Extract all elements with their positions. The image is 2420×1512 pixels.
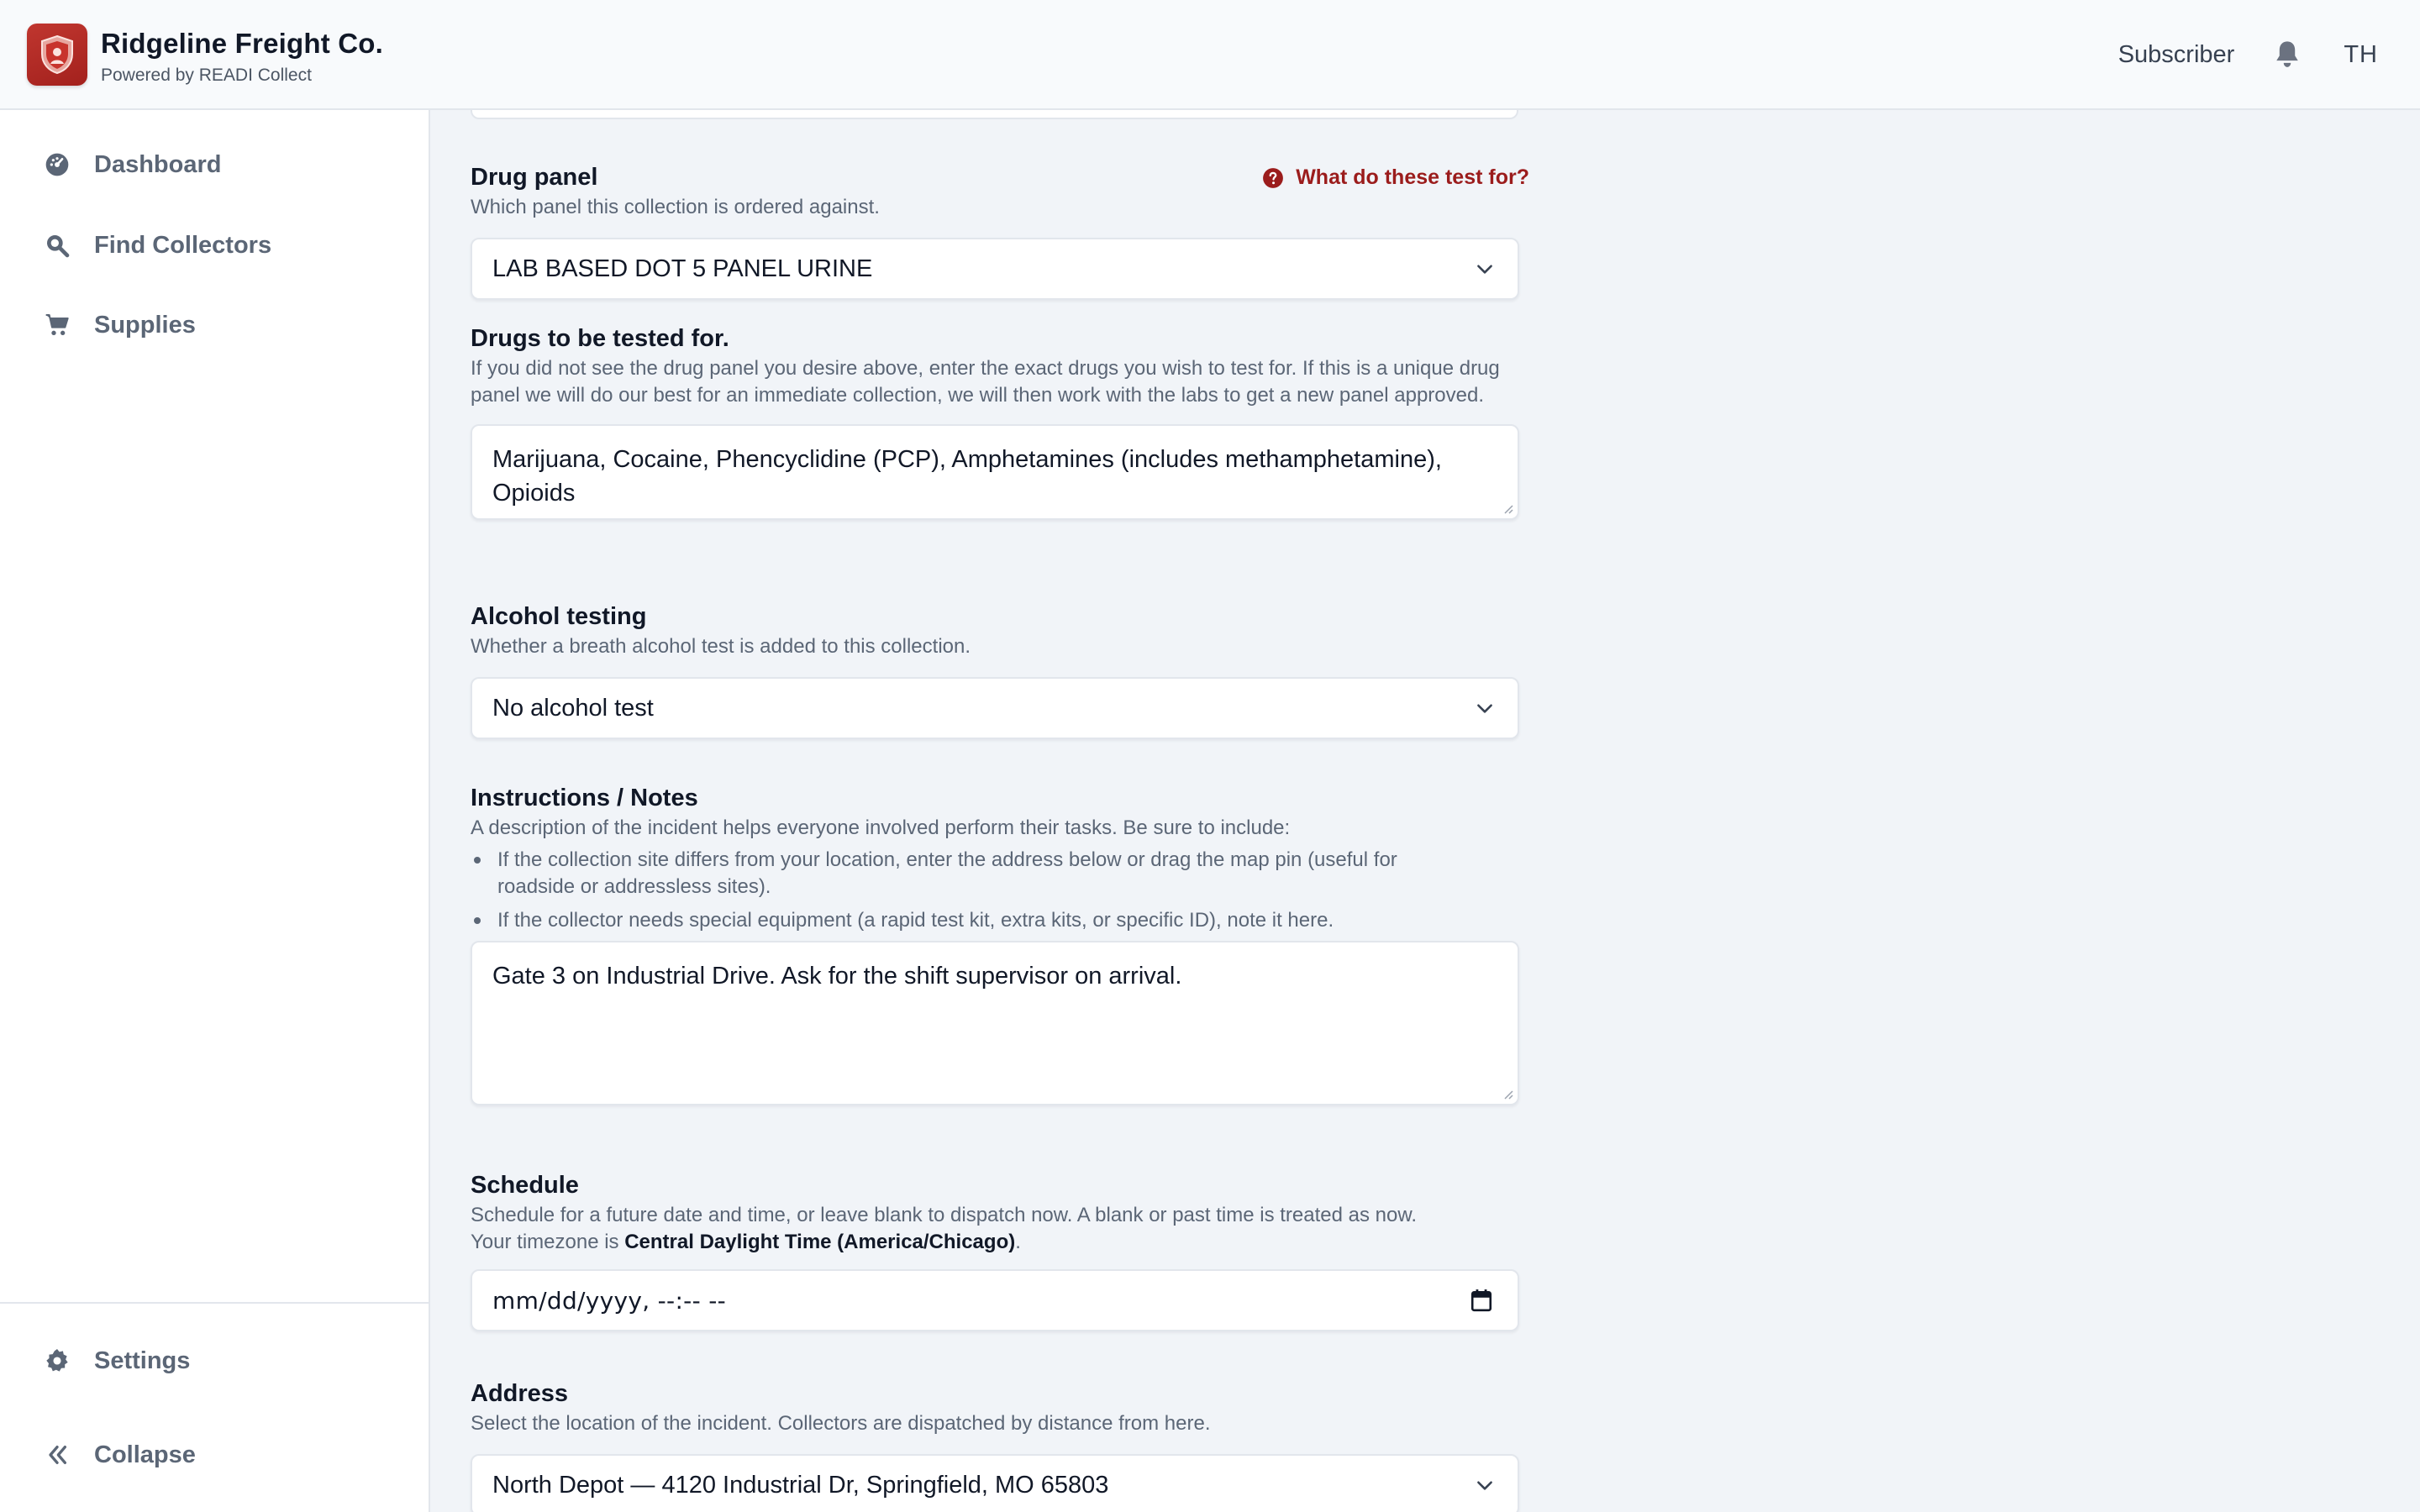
drugs-tested-label: Drugs to be tested for. [471,325,729,352]
brand-block: Ridgeline Freight Co. Powered by READI C… [101,25,383,87]
main-form: Drug panel What do these test for? Which… [430,110,2420,1512]
drug-panel-select[interactable]: LAB BASED DOT 5 PANEL URINE [471,238,1519,300]
resize-handle-icon[interactable] [1501,501,1514,515]
dashboard-icon [40,148,74,181]
schedule-datetime-input[interactable]: mm/dd/yyyy, --:-- -- [471,1269,1519,1331]
schedule-hint: Schedule for a future date and time, or … [471,1204,1418,1226]
timezone-suffix: . [1015,1231,1021,1253]
notes-value: Gate 3 on Industrial Drive. Ask for the … [492,963,1182,990]
question-icon [1263,167,1284,188]
sidebar-item-label: Find Collectors [94,231,272,259]
alcohol-testing-select[interactable]: No alcohol test [471,677,1519,739]
schedule-field: Schedule Schedule for a future date and … [471,1168,1529,1331]
chevron-down-icon [1477,265,1492,274]
list-item: If the collector needs special equipment… [471,907,1479,934]
sidebar-collapse-button[interactable]: Collapse [40,1430,196,1480]
drug-panel-help-link[interactable]: What do these test for? [1262,165,1529,190]
help-link-label: What do these test for? [1296,165,1529,189]
drug-panel-field: Drug panel What do these test for? Which… [471,160,1529,300]
address-select[interactable]: North Depot — 4120 Industrial Dr, Spring… [471,1454,1519,1512]
bell-icon[interactable] [2266,34,2308,76]
role-label[interactable]: Subscriber [2118,34,2235,76]
schedule-placeholder: mm/dd/yyyy, --:-- -- [492,1286,727,1315]
list-item: If the collection site differs from your… [471,847,1479,900]
chevron-down-icon [1477,704,1492,713]
top-header: Ridgeline Freight Co. Powered by READI C… [0,0,2420,110]
resize-handle-icon[interactable] [1501,1087,1514,1100]
sidebar-item-supplies[interactable]: Supplies [40,300,196,350]
alcohol-testing-label: Alcohol testing [471,603,647,630]
drug-panel-value: LAB BASED DOT 5 PANEL URINE [492,255,873,282]
sidebar: Dashboard Find Collectors Supplies Setti… [0,110,430,1512]
alcohol-testing-value: No alcohol test [492,694,654,722]
timezone-prefix: Your timezone is [471,1231,625,1253]
notes-field: Instructions / Notes A description of th… [471,781,1529,1105]
app-subtitle: Powered by READI Collect [101,66,312,85]
address-field: Address Select the location of the incid… [471,1377,1529,1512]
header-actions: Subscriber TH [2118,34,2378,76]
calendar-icon[interactable] [1470,1289,1492,1312]
notes-bullet-list: If the collection site differs from your… [471,847,1479,934]
double-chevron-left-icon [40,1438,74,1472]
timezone-value: Central Daylight Time (America/Chicago) [624,1231,1016,1253]
sidebar-divider [0,1302,429,1304]
alcohol-testing-hint: Whether a breath alcohol test is added t… [471,635,971,658]
sidebar-item-label: Supplies [94,311,196,339]
drug-panel-hint: Which panel this collection is ordered a… [471,196,880,218]
search-icon [40,228,74,262]
sidebar-item-label: Dashboard [94,150,222,178]
user-avatar[interactable]: TH [2344,34,2378,76]
schedule-label: Schedule [471,1172,579,1199]
cart-icon [40,308,74,342]
drugs-tested-value: Marijuana, Cocaine, Phencyclidine (PCP),… [492,446,1442,507]
notes-hint: A description of the incident helps ever… [471,816,1291,839]
shield-logo-icon [41,34,73,75]
notes-textarea[interactable]: Gate 3 on Industrial Drive. Ask for the … [471,941,1519,1105]
address-value: North Depot — 4120 Industrial Dr, Spring… [492,1471,1109,1499]
gear-icon [40,1344,74,1378]
alcohol-testing-field: Alcohol testing Whether a breath alcohol… [471,600,1529,739]
sidebar-item-find-collectors[interactable]: Find Collectors [40,220,271,270]
chevron-down-icon [1477,1481,1492,1490]
drugs-tested-textarea[interactable]: Marijuana, Cocaine, Phencyclidine (PCP),… [471,424,1519,520]
notes-label: Instructions / Notes [471,785,698,811]
drugs-tested-hint: If you did not see the drug panel you de… [471,357,1500,407]
sidebar-item-label: Settings [94,1347,191,1374]
drugs-tested-field: Drugs to be tested for. If you did not s… [471,322,1529,520]
app-logo[interactable] [27,24,87,86]
sidebar-item-label: Collapse [94,1441,196,1468]
address-label: Address [471,1380,569,1407]
timezone-hint: Your timezone is Central Daylight Time (… [471,1229,1529,1256]
sidebar-item-dashboard[interactable]: Dashboard [40,139,221,190]
sidebar-item-settings[interactable]: Settings [40,1336,190,1386]
address-hint: Select the location of the incident. Col… [471,1412,1211,1435]
app-title: Ridgeline Freight Co. [101,28,384,59]
